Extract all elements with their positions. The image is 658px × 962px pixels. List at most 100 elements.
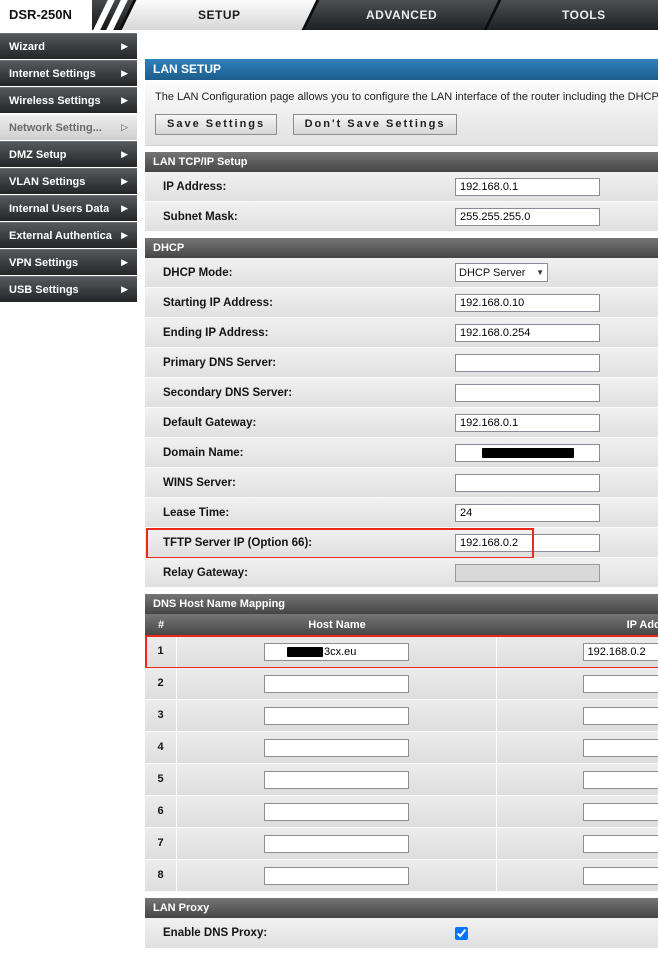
starting-ip-input[interactable] xyxy=(455,293,600,312)
field-row-ending-ip: Ending IP Address: xyxy=(145,318,658,348)
row-number: 5 xyxy=(145,764,177,795)
field-row-tftp-server: TFTP Server IP (Option 66): xyxy=(145,528,658,559)
sidebar-item-external-authentication[interactable]: External Authentica ▶ xyxy=(0,222,137,248)
relay-gateway-input xyxy=(455,563,600,582)
ip-address-input[interactable] xyxy=(582,834,658,853)
enable-dns-proxy-checkbox[interactable] xyxy=(455,926,468,940)
sidebar-item-label: Network Setting... xyxy=(9,121,102,134)
field-label: Ending IP Address: xyxy=(163,326,269,339)
host-name-input[interactable] xyxy=(264,866,409,885)
table-header-row: # Host Name IP Address xyxy=(145,614,658,636)
row-number: 6 xyxy=(145,796,177,827)
sidebar-item-network-setting[interactable]: Network Setting... ▷ xyxy=(0,114,137,140)
sidebar-item-wizard[interactable]: Wizard ▶ xyxy=(0,33,137,59)
primary-dns-input[interactable] xyxy=(455,353,600,372)
tab-tools[interactable]: TOOLS xyxy=(484,0,658,30)
field-row-lease-time: Lease Time: xyxy=(145,498,658,528)
table-row: 3 xyxy=(145,700,658,732)
chevron-right-icon: ▶ xyxy=(121,68,128,78)
host-name-input[interactable] xyxy=(264,770,409,789)
host-name-input[interactable]: 3cx.eu xyxy=(264,642,409,661)
dhcp-mode-selected-value: DHCP Server xyxy=(459,266,526,279)
row-number: 2 xyxy=(145,668,177,699)
router-admin-page: DSR-250N SETUP ADVANCED TOOLS Wizard ▶ I… xyxy=(0,0,658,962)
ip-address-input[interactable] xyxy=(455,177,600,196)
field-label: Primary DNS Server: xyxy=(163,356,277,369)
sidebar-item-dmz-setup[interactable]: DMZ Setup ▶ xyxy=(0,141,137,167)
row-number: 1 xyxy=(145,636,177,667)
table-row: 6 xyxy=(145,796,658,828)
ip-address-input[interactable] xyxy=(582,802,658,821)
dhcp-mode-select[interactable]: DHCP Server ▼ xyxy=(455,263,548,282)
ip-address-input[interactable] xyxy=(582,866,658,885)
top-navigation-bar: DSR-250N SETUP ADVANCED TOOLS xyxy=(0,0,658,30)
sidebar-item-internet-settings[interactable]: Internet Settings ▶ xyxy=(0,60,137,86)
field-label: Relay Gateway: xyxy=(163,566,249,579)
row-number: 7 xyxy=(145,828,177,859)
sidebar-item-label: External Authentica xyxy=(9,229,112,242)
sidebar-item-vlan-settings[interactable]: VLAN Settings ▶ xyxy=(0,168,137,194)
description-block: The LAN Configuration page allows you to… xyxy=(145,82,658,146)
tab-setup-label: SETUP xyxy=(197,8,241,22)
ip-address-input[interactable] xyxy=(582,642,658,661)
subnet-mask-input[interactable] xyxy=(455,207,600,226)
sidebar-item-usb-settings[interactable]: USB Settings ▶ xyxy=(0,276,137,302)
sidebar-item-vpn-settings[interactable]: VPN Settings ▶ xyxy=(0,249,137,275)
sidebar-item-label: Internal Users Data xyxy=(9,202,110,215)
ip-address-input[interactable] xyxy=(582,706,658,725)
section-header-dhcp: DHCP xyxy=(145,238,658,258)
sidebar-item-label: VLAN Settings xyxy=(9,175,86,188)
sidebar-item-wireless-settings[interactable]: Wireless Settings ▶ xyxy=(0,87,137,113)
row-number: 4 xyxy=(145,732,177,763)
ending-ip-input[interactable] xyxy=(455,323,600,342)
host-name-input[interactable] xyxy=(264,802,409,821)
chevron-down-icon: ▼ xyxy=(536,268,544,277)
host-name-input[interactable] xyxy=(264,738,409,757)
lease-time-input[interactable] xyxy=(455,503,600,522)
field-label: TFTP Server IP (Option 66): xyxy=(163,536,313,549)
host-name-input[interactable] xyxy=(264,834,409,853)
default-gateway-input[interactable] xyxy=(455,413,600,432)
wins-server-input[interactable] xyxy=(455,473,600,492)
chevron-right-icon: ▶ xyxy=(121,41,128,51)
domain-name-input[interactable] xyxy=(455,443,600,462)
redaction-bar xyxy=(287,646,323,657)
host-name-input[interactable] xyxy=(264,674,409,693)
tab-advanced[interactable]: ADVANCED xyxy=(301,0,499,30)
table-row: 2 xyxy=(145,668,658,700)
dont-save-settings-button[interactable]: Don't Save Settings xyxy=(292,114,458,135)
field-label: Default Gateway: xyxy=(163,416,257,429)
field-label: DHCP Mode: xyxy=(163,266,233,279)
field-row-default-gateway: Default Gateway: xyxy=(145,408,658,438)
sidebar-menu: Wizard ▶ Internet Settings ▶ Wireless Se… xyxy=(0,33,137,303)
column-header-number: # xyxy=(157,619,165,631)
tab-tools-label: TOOLS xyxy=(562,8,606,22)
field-label: Enable DNS Proxy: xyxy=(163,927,268,939)
ip-address-input[interactable] xyxy=(582,674,658,693)
tab-advanced-label: ADVANCED xyxy=(365,8,438,22)
ip-address-input[interactable] xyxy=(582,738,658,757)
sidebar-item-label: USB Settings xyxy=(9,283,79,296)
device-model-label: DSR-250N xyxy=(0,0,92,30)
field-label: Starting IP Address: xyxy=(163,296,273,309)
sidebar-item-internal-users-data[interactable]: Internal Users Data ▶ xyxy=(0,195,137,221)
page-title: LAN SETUP xyxy=(145,59,658,80)
sidebar-item-label: Wireless Settings xyxy=(9,94,101,107)
secondary-dns-input[interactable] xyxy=(455,383,600,402)
ip-address-input[interactable] xyxy=(582,770,658,789)
field-label: Domain Name: xyxy=(163,446,244,459)
field-row-relay-gateway: Relay Gateway: xyxy=(145,558,658,588)
field-row-dhcp-mode: DHCP Mode: DHCP Server ▼ xyxy=(145,258,658,288)
host-name-input[interactable] xyxy=(264,706,409,725)
dns-mapping-section: DNS Host Name Mapping # Host Name IP Add… xyxy=(145,594,658,892)
lan-tcpip-section: LAN TCP/IP Setup IP Address: Subnet Mask… xyxy=(145,152,658,232)
save-settings-button[interactable]: Save Settings xyxy=(155,114,278,135)
tftp-server-ip-input[interactable] xyxy=(455,533,600,552)
table-row: 1 3cx.eu xyxy=(145,635,658,669)
field-row-ip-address: IP Address: xyxy=(145,172,658,202)
page-description: The LAN Configuration page allows you to… xyxy=(155,91,658,103)
table-row: 4 xyxy=(145,732,658,764)
chevron-right-outline-icon: ▷ xyxy=(121,122,128,132)
tab-setup[interactable]: SETUP xyxy=(118,0,316,30)
dhcp-section: DHCP DHCP Mode: DHCP Server ▼ Starting I… xyxy=(145,238,658,588)
